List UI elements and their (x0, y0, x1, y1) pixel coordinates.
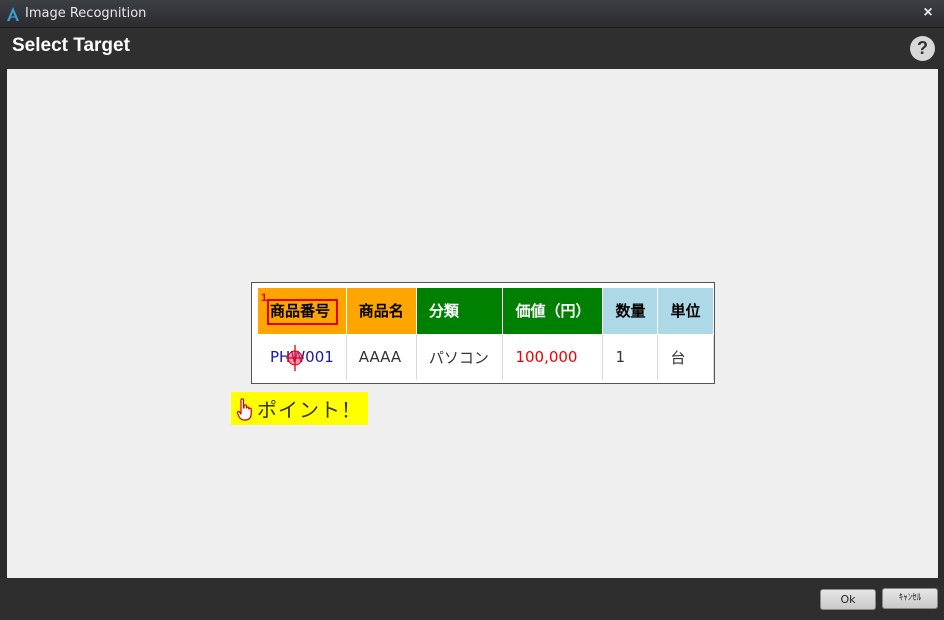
close-button[interactable]: × (918, 3, 938, 23)
window-title: Image Recognition (25, 6, 147, 21)
dialog-header: Select Target ? (0, 28, 944, 69)
cell-category[interactable]: パソコン (416, 333, 504, 380)
cell-name[interactable]: AAAA (346, 333, 417, 380)
point-label-text: ポイント！ (257, 398, 362, 422)
cancel-button[interactable]: ｷｬﾝｾﾙ (882, 588, 938, 609)
cell-quantity[interactable]: 1 (602, 333, 659, 380)
column-header-name[interactable]: 商品名 (346, 288, 417, 334)
dialog-title: Select Target (12, 35, 130, 56)
column-header-category[interactable]: 分類 (416, 288, 504, 334)
target-canvas[interactable]: 商品番号 商品名 分類 価値（円） 数量 単位 PHW001 AAAA パソコン… (7, 69, 938, 578)
cell-price[interactable]: 100,000 (502, 333, 604, 380)
column-header-price[interactable]: 価値（円） (502, 288, 604, 334)
table-row: PHW001 AAAA パソコン 100,000 1 台 (258, 333, 714, 380)
dialog-footer: Ok ｷｬﾝｾﾙ (0, 578, 944, 620)
cell-unit[interactable]: 台 (657, 333, 714, 380)
pointing-hand-icon (236, 397, 252, 421)
click-point-label: ポイント！ (231, 392, 368, 425)
click-point-icon[interactable] (284, 345, 306, 371)
ok-button[interactable]: Ok (820, 589, 876, 610)
window-titlebar: Image Recognition × (0, 0, 944, 28)
help-button[interactable]: ? (910, 36, 935, 61)
column-header-quantity[interactable]: 数量 (602, 288, 659, 334)
selection-number: 1 (261, 292, 268, 304)
target-image[interactable]: 商品番号 商品名 分類 価値（円） 数量 単位 PHW001 AAAA パソコン… (251, 282, 715, 384)
selection-rectangle[interactable] (267, 299, 338, 325)
app-logo-icon (7, 7, 19, 21)
column-header-unit[interactable]: 単位 (657, 288, 714, 334)
